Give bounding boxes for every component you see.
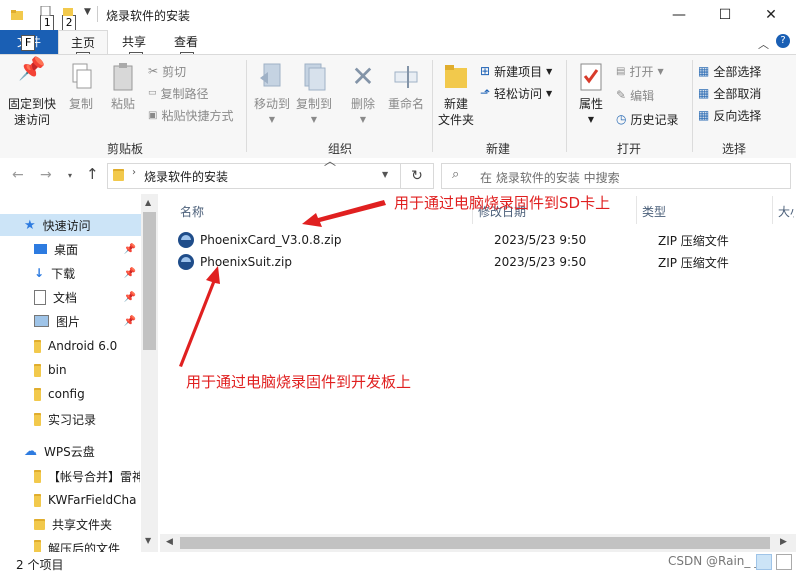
watermark: CSDN @Rain_ _Li bbox=[668, 554, 771, 568]
arrow-to-phoenixsuit bbox=[179, 266, 220, 367]
status-bar: 2 个项目 CSDN @Rain_ _Li bbox=[0, 552, 796, 576]
horizontal-scrollbar[interactable]: ◀ ▶ bbox=[160, 534, 796, 552]
horizontal-scroll-thumb[interactable] bbox=[180, 537, 770, 549]
scroll-right-icon[interactable]: ▶ bbox=[780, 537, 787, 547]
item-count: 2 个项目 bbox=[16, 558, 64, 572]
annotation-arrows bbox=[179, 200, 386, 367]
details-view-icon[interactable] bbox=[756, 554, 772, 570]
scroll-left-icon[interactable]: ◀ bbox=[166, 537, 173, 547]
annotation-sd-card: 用于通过电脑烧录固件到SD卡上 bbox=[394, 194, 611, 212]
large-icons-view-icon[interactable] bbox=[776, 554, 792, 570]
annotation-dev-board: 用于通过电脑烧录固件到开发板上 bbox=[186, 373, 412, 391]
arrow-to-phoenixcard bbox=[302, 200, 386, 227]
